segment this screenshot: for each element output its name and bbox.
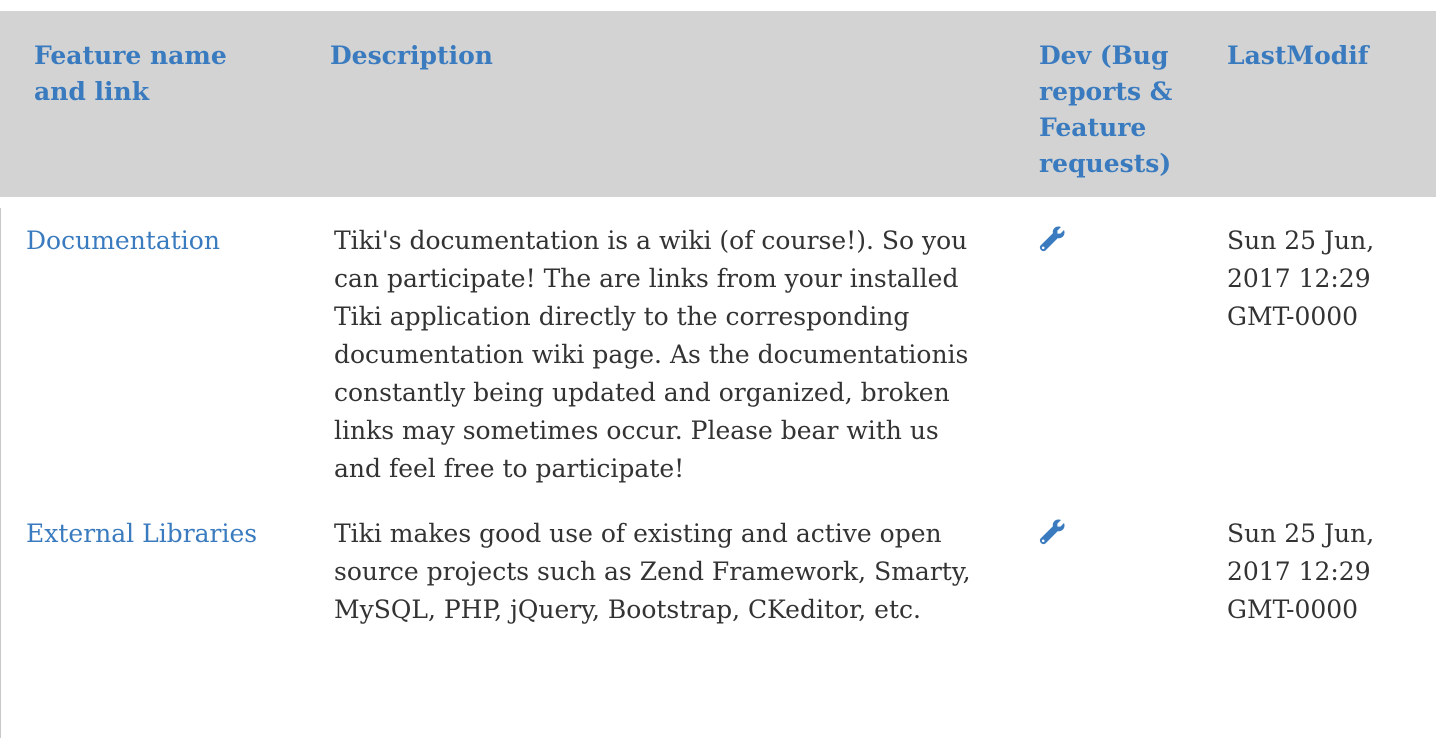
wrench-icon[interactable]	[1037, 224, 1067, 254]
header-dev[interactable]: Dev (Bug reports & Feature requests)	[1005, 11, 1199, 197]
feature-link-documentation[interactable]: Documentation	[26, 226, 220, 255]
feature-name-cell: Documentation	[0, 197, 294, 488]
wrench-icon[interactable]	[1037, 517, 1067, 547]
last-modif-cell: Sun 25 Jun, 2017 12:29 GMT-0000	[1227, 226, 1375, 331]
dev-cell	[1005, 197, 1199, 488]
top-strip	[0, 0, 1436, 11]
table-body: Documentation Tiki's documentation is a …	[0, 197, 1436, 629]
table-header: Feature name and link Description Dev (B…	[0, 11, 1436, 197]
feature-link-external-libraries[interactable]: External Libraries	[26, 519, 257, 548]
description-cell: Tiki's documentation is a wiki (of cours…	[334, 226, 969, 483]
header-row: Feature name and link Description Dev (B…	[0, 11, 1436, 197]
last-modif-cell: Sun 25 Jun, 2017 12:29 GMT-0000	[1227, 519, 1375, 624]
page: Feature name and link Description Dev (B…	[0, 0, 1436, 738]
table-row: External Libraries Tiki makes good use o…	[0, 488, 1436, 629]
features-table: Feature name and link Description Dev (B…	[0, 11, 1436, 629]
feature-name-cell: External Libraries	[0, 488, 294, 629]
description-cell: Tiki makes good use of existing and acti…	[334, 519, 971, 624]
header-feature-name[interactable]: Feature name and link	[0, 11, 294, 197]
header-description[interactable]: Description	[294, 11, 1005, 197]
header-last-modif[interactable]: LastModif	[1199, 11, 1436, 197]
table-row: Documentation Tiki's documentation is a …	[0, 197, 1436, 488]
dev-cell	[1005, 488, 1199, 629]
